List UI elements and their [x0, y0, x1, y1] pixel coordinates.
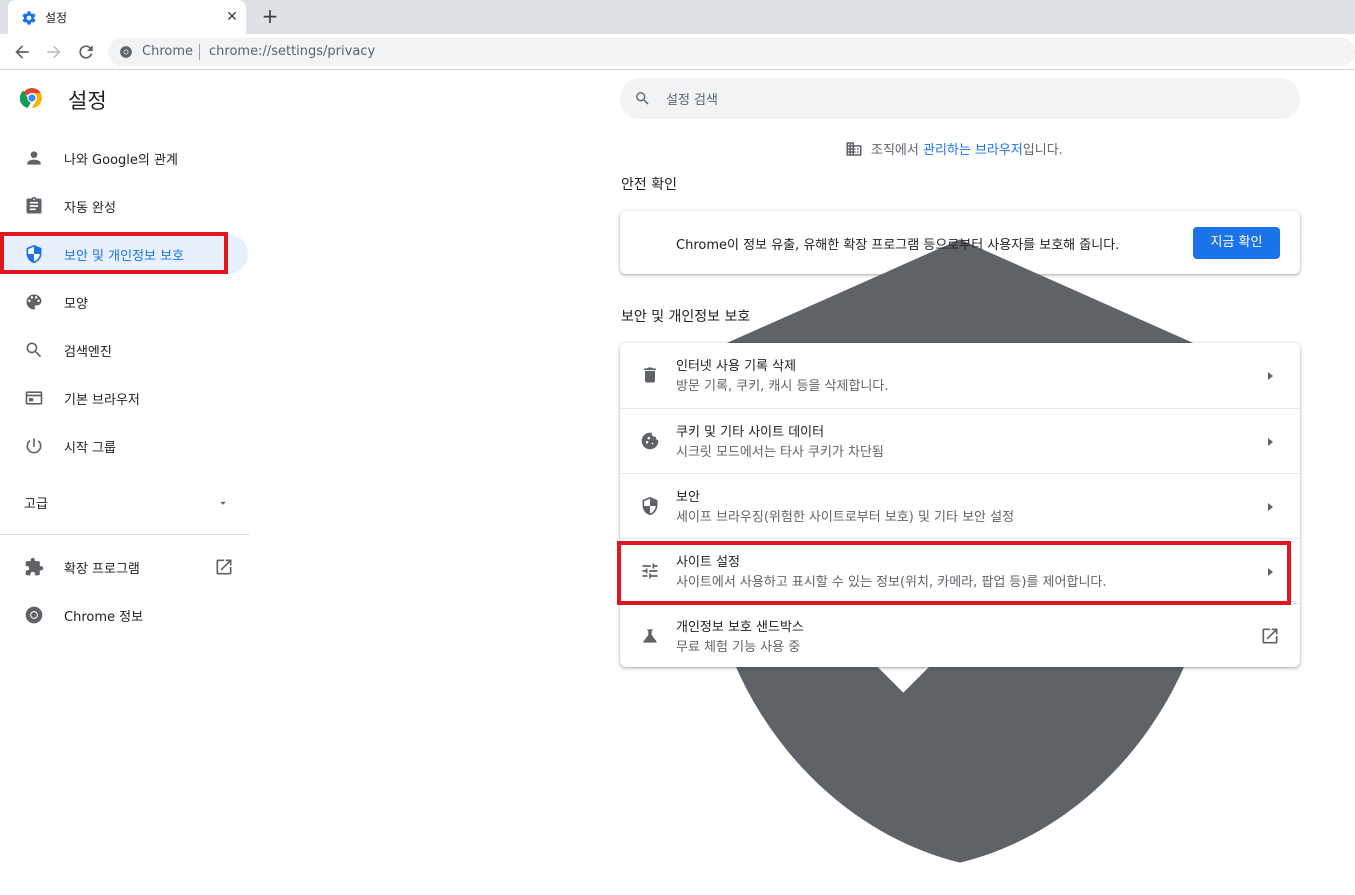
sidebar-item-default-browser[interactable]: 기본 브라우저 — [0, 378, 248, 418]
reload-icon[interactable] — [76, 42, 96, 62]
advanced-toggle[interactable]: 고급 — [0, 484, 248, 520]
open-in-new-icon — [216, 559, 232, 575]
tab-strip: 설정 ✕ + — [0, 0, 1355, 34]
clipboard-icon — [26, 196, 42, 214]
privacy-heading: 보안 및 개인정보 보호 — [621, 309, 751, 325]
search-icon — [26, 342, 42, 358]
row-privacy-sandbox[interactable]: 개인정보 보호 샌드박스 무료 체험 기능 사용 중 — [620, 603, 1300, 668]
address-bar[interactable]: Chrome chrome://settings/privacy — [108, 38, 1355, 66]
shield-icon — [642, 496, 658, 516]
sidebar-item-autofill[interactable]: 자동 완성 — [0, 186, 248, 226]
sidebar-item-extensions[interactable]: 확장 프로그램 — [0, 547, 248, 587]
safety-check-heading: 안전 확인 — [621, 177, 677, 193]
forward-arrow-icon[interactable] — [44, 42, 64, 62]
managed-link[interactable]: 관리하는 브라우저 — [923, 143, 1023, 158]
back-arrow-icon[interactable] — [12, 42, 32, 62]
row-subtitle: 세이프 브라우징(위험한 사이트로부터 보호) 및 기타 보안 설정 — [676, 510, 1015, 525]
safety-check-text: Chrome이 정보 유출, 유해한 확장 프로그램 등으로부터 사용자를 보호… — [676, 238, 1120, 253]
gear-icon — [22, 11, 36, 25]
managed-suffix: 입니다. — [1022, 143, 1063, 158]
row-clear-browsing-data[interactable]: 인터넷 사용 기록 삭제 방문 기록, 쿠키, 캐시 등을 삭제합니다. — [620, 343, 1300, 408]
row-title: 보안 — [676, 490, 700, 505]
arrow-right-icon — [1268, 372, 1273, 380]
managed-notice: 조직에서 관리하는 브라우저입니다. — [845, 139, 1063, 158]
trash-icon — [644, 367, 656, 383]
tab-title: 설정 — [45, 11, 68, 25]
toolbar: Chrome chrome://settings/privacy — [0, 34, 1355, 70]
search-icon — [636, 92, 649, 105]
row-subtitle: 방문 기록, 쿠키, 캐시 등을 삭제합니다. — [676, 379, 889, 394]
browser-icon — [25, 391, 43, 405]
sidebar-item-on-startup[interactable]: 시작 그룹 — [0, 426, 248, 466]
arrow-right-icon — [1268, 503, 1273, 511]
row-security[interactable]: 보안 세이프 브라우징(위험한 사이트로부터 보호) 및 기타 보안 설정 — [620, 473, 1300, 538]
sidebar-item-about-chrome[interactable]: Chrome 정보 — [0, 595, 248, 635]
tab-settings[interactable]: 설정 ✕ — [8, 0, 246, 34]
puzzle-icon — [25, 557, 44, 576]
safety-check-card: Chrome이 정보 유출, 유해한 확장 프로그램 등으로부터 사용자를 보호… — [620, 211, 1300, 863]
chrome-logo-icon — [120, 46, 132, 58]
sidebar-item-you-and-google[interactable]: 나와 Google의 관계 — [0, 138, 248, 178]
row-title: 개인정보 보호 샌드박스 — [676, 620, 804, 635]
palette-icon — [26, 294, 42, 310]
check-now-button[interactable]: 지금 확인 — [1193, 227, 1280, 259]
row-title: 쿠키 및 기타 사이트 데이터 — [676, 425, 825, 440]
dropdown-arrow-icon — [220, 501, 226, 505]
person-icon — [27, 151, 41, 165]
address-site-label: Chrome — [142, 44, 193, 59]
new-tab-button[interactable]: + — [260, 6, 280, 26]
sidebar-divider — [0, 534, 250, 535]
row-title: 인터넷 사용 기록 삭제 — [676, 359, 797, 374]
power-icon — [26, 438, 42, 454]
sidebar-item-label: 검색엔진 — [64, 345, 112, 360]
managed-prefix: 조직에서 — [871, 143, 923, 158]
sidebar-item-search-engine[interactable]: 검색엔진 — [0, 330, 248, 370]
cookie-icon — [641, 432, 659, 450]
sidebar-item-appearance[interactable]: 모양 — [0, 282, 248, 322]
chrome-logo-icon — [20, 88, 42, 108]
highlight-annotation — [0, 232, 228, 274]
settings-title: 설정 — [68, 89, 107, 113]
sidebar-item-label: Chrome 정보 — [64, 610, 144, 625]
flask-icon — [643, 629, 657, 643]
sidebar-item-label: 확장 프로그램 — [64, 562, 140, 577]
address-separator — [199, 44, 200, 60]
chrome-logo-icon — [25, 606, 43, 624]
sidebar-item-label: 모양 — [64, 297, 88, 312]
search-input[interactable]: 설정 검색 — [666, 89, 718, 108]
sidebar-item-label: 기본 브라우저 — [64, 393, 140, 408]
arrow-right-icon — [1268, 438, 1273, 446]
building-icon — [846, 142, 862, 156]
highlight-annotation — [617, 541, 1291, 605]
sidebar-item-label: 나와 Google의 관계 — [64, 153, 178, 168]
settings-search[interactable]: 설정 검색 — [620, 78, 1300, 119]
row-subtitle: 시크릿 모드에서는 타사 쿠키가 차단됨 — [676, 445, 884, 460]
sidebar-item-label: 자동 완성 — [64, 201, 116, 216]
privacy-card: 인터넷 사용 기록 삭제 방문 기록, 쿠키, 캐시 등을 삭제합니다. 쿠키 … — [620, 343, 1300, 667]
row-cookies[interactable]: 쿠키 및 기타 사이트 데이터 시크릿 모드에서는 타사 쿠키가 차단됨 — [620, 408, 1300, 473]
advanced-label: 고급 — [24, 497, 48, 512]
sidebar-item-label: 시작 그룹 — [64, 441, 116, 456]
row-subtitle: 무료 체험 기능 사용 중 — [676, 640, 801, 655]
close-icon[interactable]: ✕ — [224, 9, 240, 25]
open-in-new-icon — [1262, 628, 1278, 644]
address-url[interactable]: chrome://settings/privacy — [209, 44, 375, 59]
